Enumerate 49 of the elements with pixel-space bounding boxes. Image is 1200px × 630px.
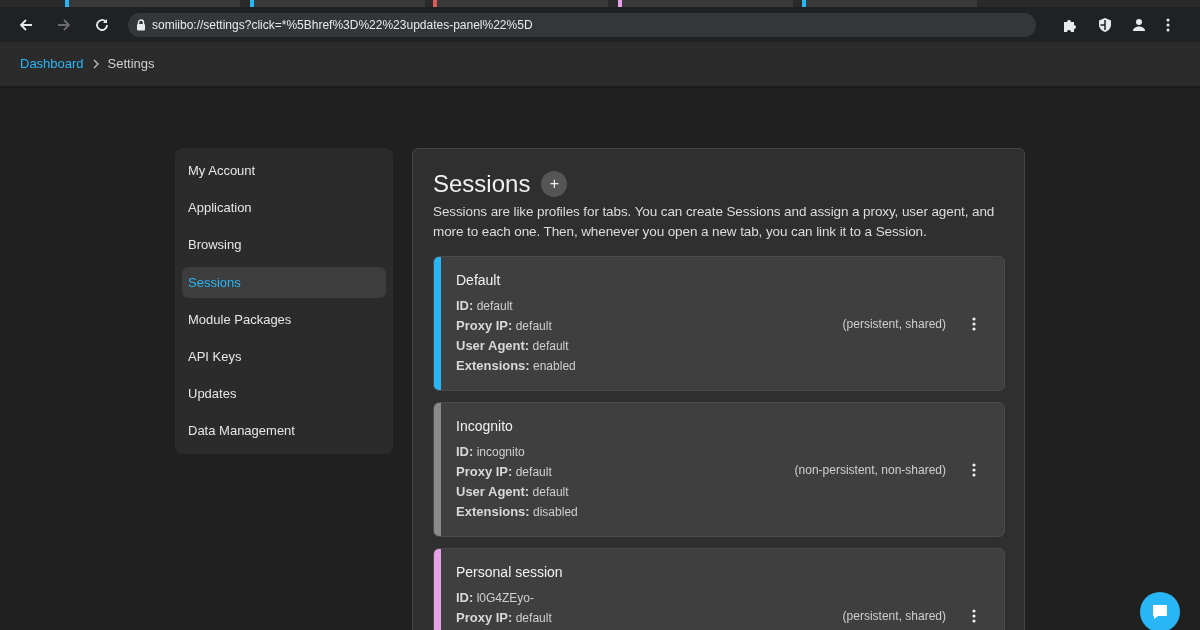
session-name: Default xyxy=(456,271,502,290)
lock-icon xyxy=(136,18,146,31)
browser-tab[interactable] xyxy=(802,0,977,7)
breadcrumb-link[interactable]: Dashboard xyxy=(20,54,84,74)
chat-button[interactable] xyxy=(1140,592,1180,630)
session-name: Personal session xyxy=(456,563,564,582)
browser-tab[interactable] xyxy=(65,0,240,7)
address-bar[interactable]: somiibo://settings?click=*%5Bhref%3D%22%23updates-panel%22%5D xyxy=(128,12,1036,37)
session-detail: ID: incognito xyxy=(456,443,526,461)
sidebar-item[interactable]: Browsing xyxy=(182,229,386,262)
back-icon[interactable] xyxy=(18,16,34,33)
shield-icon[interactable] xyxy=(1098,16,1112,33)
browser-tab[interactable] xyxy=(250,0,425,7)
more-icon[interactable] xyxy=(972,609,976,623)
sidebar-item[interactable]: My Account xyxy=(182,155,386,187)
sidebar-item[interactable]: Application xyxy=(182,192,386,224)
add-session-button[interactable]: + xyxy=(541,171,568,197)
more-icon[interactable] xyxy=(972,317,976,331)
session-detail: Extensions: disabled xyxy=(456,503,579,521)
session-detail: Proxy IP: default xyxy=(456,317,553,335)
more-icon[interactable] xyxy=(972,463,976,477)
sidebar-item[interactable]: Updates xyxy=(182,378,386,410)
session-name: Incognito xyxy=(456,417,514,436)
browser-tab[interactable] xyxy=(618,0,793,7)
chat-icon xyxy=(1151,603,1169,621)
session-mode: (persistent, shared) xyxy=(842,608,946,625)
reload-icon[interactable] xyxy=(94,16,110,33)
sidebar-item[interactable]: Data Management xyxy=(182,415,386,447)
breadcrumb-current: Settings xyxy=(107,55,155,74)
sidebar-item[interactable]: Sessions xyxy=(182,266,386,299)
session-detail: Proxy IP: default xyxy=(456,463,553,481)
session-detail: User Agent: default xyxy=(456,483,570,501)
session-detail: ID: l0G4ZEyo- xyxy=(456,589,536,607)
panel-description: Sessions are like profiles for tabs. You can create Sessions and assign a proxy, user agent, and more to each one. Then, whenever you open a new tab, you can link it to a Session. xyxy=(433,203,996,241)
forward-icon[interactable] xyxy=(56,16,72,33)
session-detail: Extensions: enabled xyxy=(456,357,577,375)
browser-tab[interactable] xyxy=(433,0,608,7)
session-mode: (non-persistent, non-shared) xyxy=(794,462,946,479)
session-detail: Proxy IP: default xyxy=(456,609,553,627)
session-detail: User Agent: default xyxy=(456,337,570,355)
sidebar-item[interactable]: Module Packages xyxy=(182,303,386,336)
panel-title: Sessions xyxy=(433,169,531,199)
chevron-icon xyxy=(91,59,100,69)
session-detail: ID: default xyxy=(456,297,514,315)
url-text: somiibo://settings?click=*%5Bhref%3D%22%23updates-panel%22%5D xyxy=(152,16,533,34)
profile-icon[interactable] xyxy=(1132,17,1146,32)
session-mode: (persistent, shared) xyxy=(842,316,946,333)
menu-icon[interactable] xyxy=(1166,17,1170,32)
sidebar-item[interactable]: API Keys xyxy=(182,340,386,373)
